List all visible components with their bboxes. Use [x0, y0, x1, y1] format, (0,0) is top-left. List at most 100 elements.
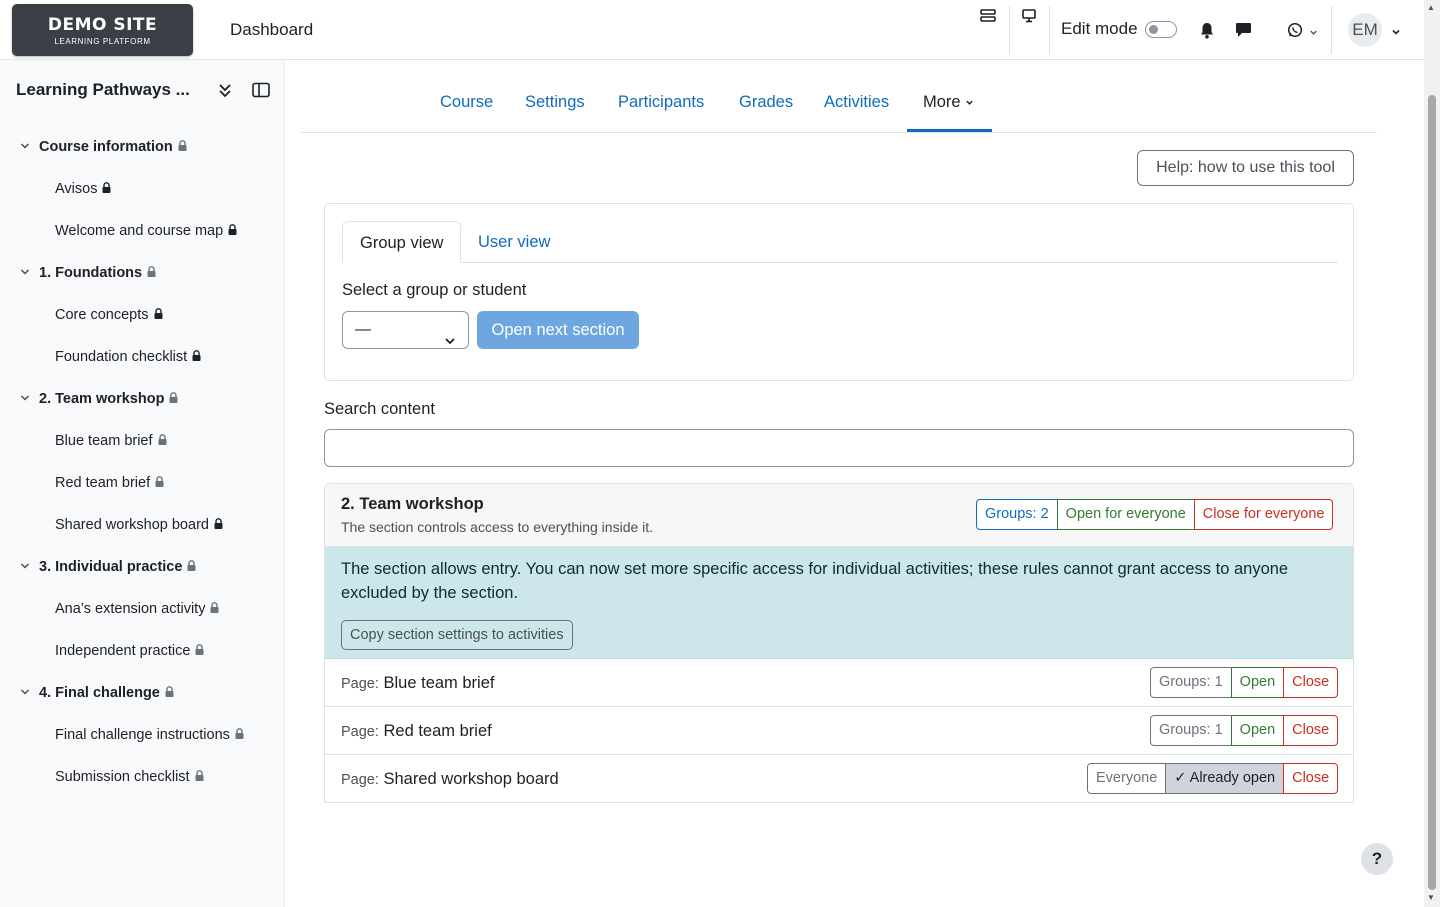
monitor-icon[interactable]: [1021, 8, 1037, 28]
group-student-select[interactable]: —: [342, 311, 469, 349]
activity-row: Page: Red team brief Groups: 1 Open Clos…: [325, 707, 1353, 755]
index-activity[interactable]: Blue team brief: [55, 433, 167, 449]
tab-participants[interactable]: Participants: [618, 93, 704, 112]
activity-name[interactable]: Red team brief: [384, 722, 492, 740]
alert-message: The section allows entry. You can now se…: [341, 560, 1289, 602]
index-activity[interactable]: Core concepts: [55, 307, 163, 323]
blocks-drawer-icon[interactable]: [980, 8, 996, 28]
activity-name[interactable]: Shared workshop board: [384, 770, 559, 788]
chevron-down-icon[interactable]: [20, 687, 34, 700]
index-activity-label[interactable]: Core concepts: [55, 307, 149, 323]
index-activity-label[interactable]: Independent practice: [55, 643, 190, 659]
collapse-all-icon[interactable]: [217, 82, 233, 102]
index-activity[interactable]: Final challenge instructions: [55, 727, 244, 743]
tab-group-view[interactable]: Group view: [342, 221, 462, 263]
index-section-title[interactable]: 1. Foundations: [39, 265, 142, 281]
index-activity[interactable]: Submission checklist: [55, 769, 204, 785]
lock-icon: [210, 601, 219, 617]
chevron-down-icon[interactable]: [20, 393, 34, 406]
activity-name[interactable]: Blue team brief: [384, 674, 495, 692]
groups-badge[interactable]: Groups: 1: [1150, 715, 1232, 746]
index-activity[interactable]: Ana’s extension activity: [55, 601, 219, 617]
index-section-title[interactable]: 4. Final challenge: [39, 685, 160, 701]
index-section[interactable]: 1. Foundations: [20, 265, 156, 281]
tab-course[interactable]: Course: [440, 93, 493, 112]
index-activity[interactable]: Red team brief: [55, 475, 164, 491]
section-subtitle: The section controls access to everythin…: [341, 519, 654, 535]
index-activity-label[interactable]: Shared workshop board: [55, 517, 209, 533]
index-section[interactable]: 2. Team workshop: [20, 391, 178, 407]
index-activity-label[interactable]: Foundation checklist: [55, 349, 187, 365]
index-section[interactable]: 3. Individual practice: [20, 559, 196, 575]
index-activity[interactable]: Welcome and course map: [55, 223, 237, 239]
index-activity[interactable]: Independent practice: [55, 643, 204, 659]
index-section-title[interactable]: 3. Individual practice: [39, 559, 182, 575]
nav-dashboard-link[interactable]: Dashboard: [230, 20, 313, 40]
chevron-down-icon[interactable]: [20, 141, 34, 154]
index-section-title[interactable]: Course information: [39, 139, 173, 155]
index-activity[interactable]: Foundation checklist: [55, 349, 201, 365]
index-section[interactable]: 4. Final challenge: [20, 685, 174, 701]
whatsapp-icon[interactable]: [1287, 22, 1303, 42]
select-group-label: Select a group or student: [342, 281, 527, 299]
activity-row: Page: Blue team brief Groups: 1 Open Clo…: [325, 659, 1353, 707]
index-section-title[interactable]: 2. Team workshop: [39, 391, 164, 407]
lock-icon: [228, 223, 237, 239]
index-section[interactable]: Course information: [20, 139, 187, 155]
search-content-input[interactable]: [324, 429, 1354, 467]
index-activity-label[interactable]: Welcome and course map: [55, 223, 223, 239]
user-avatar[interactable]: EM: [1348, 13, 1382, 47]
top-navbar: DEMO SITE LEARNING PLATFORM Dashboard Ed…: [0, 0, 1424, 60]
lock-icon: [102, 181, 111, 197]
user-menu-chevron-icon[interactable]: [1391, 24, 1401, 41]
scroll-up-arrow-icon[interactable]: ▲: [1427, 3, 1435, 12]
index-activity-label[interactable]: Blue team brief: [55, 433, 153, 449]
active-tab-indicator: [907, 129, 992, 132]
index-activity[interactable]: Avisos: [55, 181, 111, 197]
chevron-down-icon[interactable]: [20, 267, 34, 280]
index-activity-label[interactable]: Ana’s extension activity: [55, 601, 205, 617]
scroll-down-arrow-icon[interactable]: ▼: [1427, 893, 1435, 902]
index-activity-label[interactable]: Final challenge instructions: [55, 727, 230, 743]
open-for-everyone-button[interactable]: Open for everyone: [1056, 499, 1195, 530]
site-logo[interactable]: DEMO SITE LEARNING PLATFORM: [12, 4, 193, 56]
close-drawer-icon[interactable]: [252, 82, 270, 102]
copy-section-settings-button[interactable]: Copy section settings to activities: [341, 620, 573, 650]
course-title[interactable]: Learning Pathways ...: [16, 80, 194, 100]
open-next-section-button[interactable]: Open next section: [477, 311, 639, 349]
chevron-down-icon[interactable]: [20, 561, 34, 574]
lock-icon: [235, 727, 244, 743]
page-scrollbar[interactable]: ▲ ▼: [1424, 0, 1440, 907]
tab-grades[interactable]: Grades: [739, 93, 793, 112]
close-button[interactable]: Close: [1283, 763, 1339, 794]
help-how-to-use-button[interactable]: Help: how to use this tool: [1137, 150, 1354, 186]
tab-user-view[interactable]: User view: [461, 221, 567, 263]
groups-badge[interactable]: Groups: 1: [1150, 667, 1232, 698]
tab-settings[interactable]: Settings: [525, 93, 585, 112]
select-value: —: [355, 321, 371, 338]
tab-more-label[interactable]: More: [923, 93, 961, 111]
scrollbar-thumb[interactable]: [1428, 95, 1436, 890]
close-button[interactable]: Close: [1283, 667, 1339, 698]
lock-icon: [195, 643, 204, 659]
index-activity-label[interactable]: Red team brief: [55, 475, 150, 491]
close-button[interactable]: Close: [1283, 715, 1339, 746]
messages-icon[interactable]: [1235, 22, 1252, 42]
tab-activities[interactable]: Activities: [824, 93, 889, 112]
section-access-buttons: Groups: 2 Open for everyone Close for ev…: [976, 499, 1334, 530]
everyone-badge[interactable]: Everyone: [1087, 763, 1167, 794]
groups-badge[interactable]: Groups: 2: [976, 499, 1058, 530]
index-activity-label[interactable]: Avisos: [55, 181, 97, 197]
chevron-down-icon[interactable]: [1309, 24, 1318, 41]
activity-type: Page:: [341, 772, 379, 788]
edit-mode-toggle[interactable]: [1145, 21, 1177, 38]
open-button[interactable]: Open: [1230, 715, 1285, 746]
tab-more[interactable]: More: [923, 93, 974, 112]
open-button[interactable]: Open: [1230, 667, 1285, 698]
lock-icon: [165, 685, 174, 701]
bell-icon[interactable]: [1199, 22, 1215, 43]
index-activity[interactable]: Shared workshop board: [55, 517, 223, 533]
index-activity-label[interactable]: Submission checklist: [55, 769, 190, 785]
help-question-button[interactable]: ?: [1361, 843, 1393, 875]
close-for-everyone-button[interactable]: Close for everyone: [1193, 499, 1334, 530]
